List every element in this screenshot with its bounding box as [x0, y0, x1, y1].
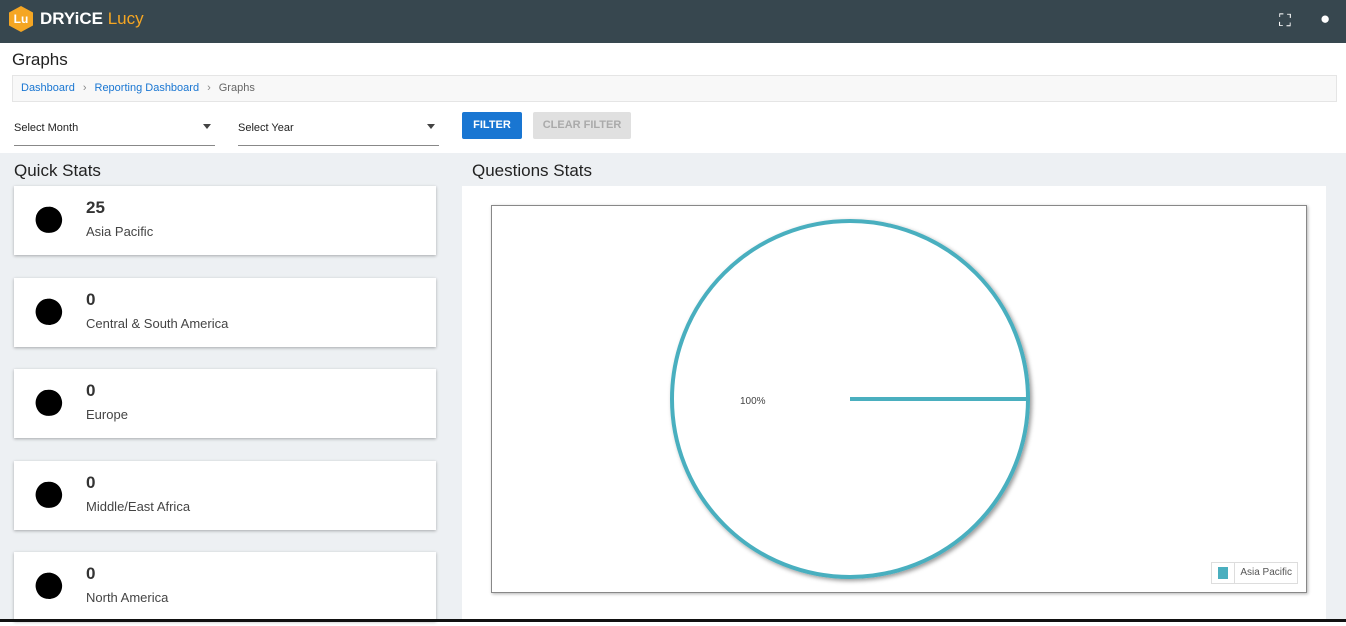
- stat-label: Central & South America: [86, 315, 229, 331]
- legend-swatch: [1218, 567, 1229, 579]
- dropdown-arrow-icon: [427, 124, 435, 129]
- chevron-right-icon: ›: [82, 82, 87, 94]
- region-map-icon: 🌏: [34, 207, 64, 234]
- stat-label: Middle/East Africa: [86, 498, 191, 514]
- fullscreen-icon[interactable]: ⛶: [1279, 11, 1291, 31]
- page-title: Graphs: [12, 50, 68, 69]
- select-month[interactable]: Select Month: [14, 112, 215, 146]
- slice-label: 100%: [740, 396, 766, 407]
- brand[interactable]: DRYiCE Lucy: [40, 9, 144, 29]
- breadcrumb-current: Graphs: [218, 82, 255, 94]
- pie-chart: 100% Asia Pacific: [491, 205, 1307, 593]
- select-month-label: Select Month: [14, 122, 79, 134]
- breadcrumb-reporting-dashboard[interactable]: Reporting Dashboard: [95, 82, 200, 95]
- logo-badge: Lu: [9, 6, 33, 32]
- top-bar: Lu DRYiCE Lucy ⛶ ●: [0, 0, 1346, 43]
- chart-legend[interactable]: Asia Pacific: [1211, 562, 1298, 584]
- select-year[interactable]: Select Year: [238, 112, 439, 146]
- stat-value: 0: [86, 564, 96, 583]
- stat-card: 🌍 0 Europe: [14, 369, 436, 438]
- select-year-label: Select Year: [238, 122, 294, 134]
- stat-value: 0: [86, 472, 96, 492]
- filter-button[interactable]: FILTER: [462, 112, 522, 139]
- stat-label: North America: [86, 590, 169, 605]
- legend-label: Asia Pacific: [1234, 563, 1297, 583]
- pie-svg: 100%: [670, 219, 1030, 579]
- clear-filter-button[interactable]: CLEAR FILTER: [533, 112, 631, 139]
- region-map-icon: 🌍: [34, 481, 64, 509]
- dropdown-arrow-icon: [203, 124, 211, 129]
- region-map-icon: 🌎: [34, 298, 64, 326]
- stat-card: 🌏 25 Asia Pacific: [14, 186, 436, 255]
- stat-card: 🌎 0 Central & South America: [14, 277, 436, 347]
- region-map-icon: 🌎: [34, 573, 64, 600]
- questions-stats-title: Questions Stats: [472, 161, 593, 180]
- breadcrumb: Dashboard › Reporting Dashboard › Graphs: [12, 75, 1337, 102]
- stat-value: 0: [86, 381, 96, 400]
- questions-stats-panel: 100% Asia Pacific: [462, 186, 1326, 626]
- stat-value: 0: [86, 289, 96, 309]
- stat-label: Asia Pacific: [86, 224, 154, 239]
- region-map-icon: 🌍: [34, 390, 64, 417]
- stat-card: 🌎 0 North America: [14, 552, 436, 621]
- breadcrumb-dashboard[interactable]: Dashboard: [21, 82, 75, 95]
- quick-stats-title: Quick Stats: [14, 161, 101, 180]
- chevron-right-icon: ›: [207, 82, 211, 94]
- user-account-icon[interactable]: ●: [1320, 9, 1330, 29]
- stat-label: Europe: [86, 407, 128, 422]
- product-name: Lucy: [107, 9, 144, 28]
- stat-value: 25: [86, 198, 105, 217]
- brand-name: DRYiCE: [40, 9, 103, 28]
- stat-card: 🌍 0 Middle/East Africa: [14, 460, 436, 530]
